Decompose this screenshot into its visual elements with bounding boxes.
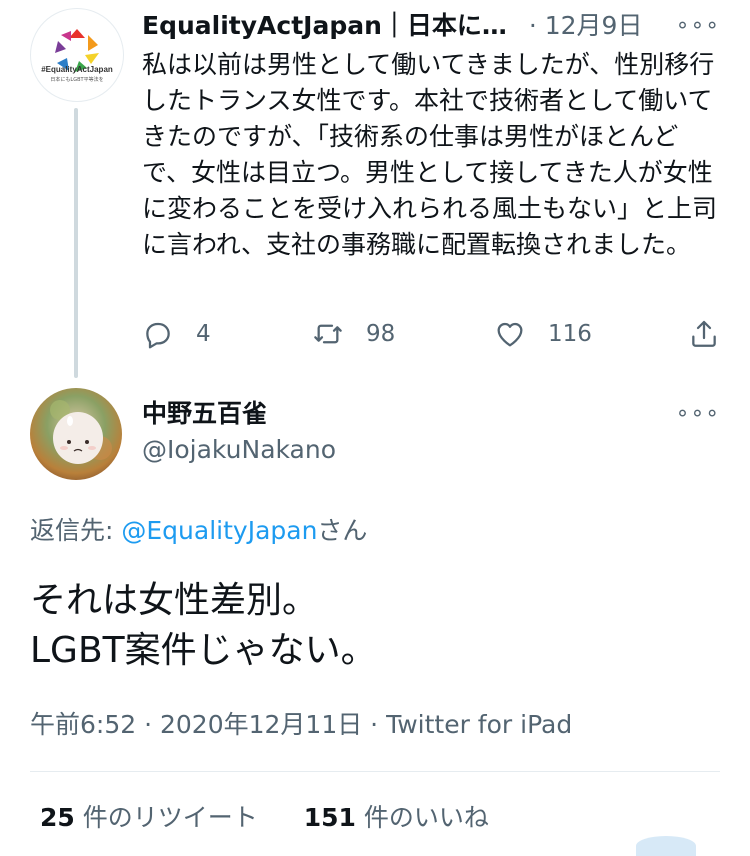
likes-stat[interactable]: 151 件のいいね [304, 803, 489, 832]
retweet-icon [314, 324, 342, 344]
reply-more-options-icon[interactable]: ∘∘∘ [676, 402, 720, 426]
more-options-icon[interactable]: ∘∘∘ [676, 14, 720, 38]
retweet-count: 98 [366, 321, 396, 347]
reply-to-label: 返信先: [30, 516, 122, 545]
like-button[interactable]: 116 [494, 316, 592, 352]
avatar-logo-text: #EqualityActJapan [41, 65, 113, 74]
retweets-stat[interactable]: 25 件のリツイート [40, 803, 258, 832]
reply-user-handle[interactable]: @IojakuNakano [142, 434, 336, 466]
retweet-button[interactable]: 98 [312, 316, 395, 352]
reply-to-line: 返信先: @EqualityJapanさん [30, 514, 367, 548]
stats-divider [30, 771, 720, 772]
tweet-stats: 25 件のリツイート 151 件のいいね [40, 800, 489, 836]
parent-tweet-date[interactable]: · 12月9日 [529, 11, 643, 40]
avatar-logo-subtext: 日本にもLGBT平等法を [50, 77, 104, 83]
likes-label: 件のいいね [355, 803, 489, 832]
reply-text-line-2: LGBT案件じゃない。 [30, 630, 377, 671]
heart-icon [497, 322, 523, 347]
reply-button[interactable]: 4 [142, 316, 211, 352]
like-count: 116 [548, 321, 592, 347]
retweets-label: 件のリツイート [74, 803, 258, 832]
parent-tweet-text: 私は以前は男性として働いてきましたが、性別移行したトランス女性です。本社で技術者… [142, 50, 718, 259]
thread-connector-line [74, 108, 78, 378]
parent-tweet-actions: 4 98 116 [142, 316, 726, 352]
rainbow-logo-icon [55, 29, 99, 72]
reply-display-name[interactable]: 中野五百雀 [142, 398, 267, 430]
share-icon [692, 320, 716, 347]
floating-compose-button[interactable] [636, 836, 696, 856]
reply-to-mention-link[interactable]: @EqualityJapan [121, 516, 317, 545]
likes-count: 151 [303, 803, 356, 832]
parent-display-name[interactable]: EqualityActJapan｜日本に… [142, 11, 507, 40]
tweet-timestamp[interactable]: 午前6:52 · 2020年12月11日 · Twitter for iPad [30, 708, 572, 742]
user-avatar[interactable] [30, 388, 122, 480]
reply-tweet-text: それは女性差別。 LGBT案件じゃない。 [30, 576, 720, 676]
reply-text-line-1: それは女性差別。 [30, 580, 319, 621]
parent-tweet-header: EqualityActJapan｜日本に… · 12月9日 [142, 8, 722, 44]
reply-count: 4 [196, 321, 211, 347]
equality-act-japan-avatar[interactable]: #EqualityActJapan 日本にもLGBT平等法を [30, 8, 124, 102]
reply-to-suffix: さん [317, 516, 368, 545]
avatar-character-icon [30, 388, 122, 480]
retweets-count: 25 [40, 803, 75, 832]
share-button[interactable] [688, 316, 720, 352]
reply-icon [146, 322, 170, 349]
